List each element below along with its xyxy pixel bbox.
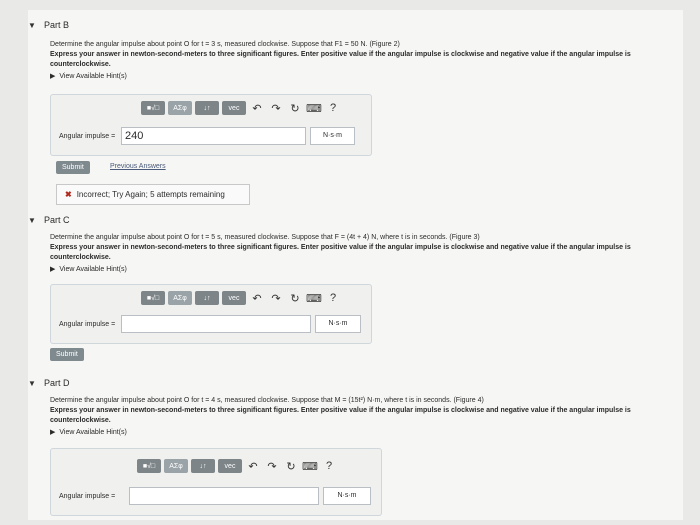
part-d-title: Part D [44,378,70,388]
part-c-header[interactable]: ▼ Part C [28,215,683,225]
part-b-feedback: ✖ Incorrect; Try Again; 5 attempts remai… [56,184,250,205]
reset-icon[interactable]: ↻ [283,460,299,473]
part-d-toolbar: ■√□ ΑΣφ ↓↑ vec ↶ ↷ ↻ ⌨ ? [137,459,337,473]
part-c: ▼ Part C Determine the angular impulse a… [28,215,683,273]
part-d-units: N·s·m [323,487,371,505]
previous-answers-link[interactable]: Previous Answers [110,163,166,170]
part-c-toolbar: ■√□ ΑΣφ ↓↑ vec ↶ ↷ ↻ ⌨ ? [141,291,341,305]
help-icon[interactable]: ? [325,102,341,114]
subscript-button[interactable]: ↓↑ [191,459,215,473]
part-d-problem: Determine the angular impulse about poin… [50,397,484,404]
part-d-hints-label: View Available Hint(s) [59,428,127,436]
part-d: ▼ Part D Determine the angular impulse a… [28,378,683,436]
page: ▼ Part B Determine the angular impulse a… [28,10,683,520]
part-b-title: Part B [44,20,70,30]
part-c-answer-panel: ■√□ ΑΣφ ↓↑ vec ↶ ↷ ↻ ⌨ ? Angular impulse… [50,284,372,344]
templates-button[interactable]: ■√□ [141,101,165,115]
undo-icon[interactable]: ↶ [249,292,265,305]
subscript-button[interactable]: ↓↑ [195,101,219,115]
vector-button[interactable]: vec [222,291,246,305]
part-c-submit-button[interactable]: Submit [50,348,84,361]
part-b-hints-label: View Available Hint(s) [59,72,127,80]
part-d-answer-panel: ■√□ ΑΣφ ↓↑ vec ↶ ↷ ↻ ⌨ ? Angular impulse… [50,448,382,516]
part-d-header[interactable]: ▼ Part D [28,378,683,388]
undo-icon[interactable]: ↶ [249,102,265,115]
help-icon[interactable]: ? [321,460,337,472]
greek-symbols-button[interactable]: ΑΣφ [164,459,188,473]
part-b-express: Express your answer in newton-second-met… [50,51,631,68]
greek-symbols-button[interactable]: ΑΣφ [168,101,192,115]
chevron-down-icon[interactable]: ▼ [28,216,38,225]
incorrect-x-icon: ✖ [65,190,72,199]
keyboard-icon[interactable]: ⌨ [306,102,322,115]
undo-icon[interactable]: ↶ [245,460,261,473]
part-d-express: Express your answer in newton-second-met… [50,407,631,424]
chevron-down-icon[interactable]: ▼ [28,379,38,388]
keyboard-icon[interactable]: ⌨ [302,460,318,473]
templates-button[interactable]: ■√□ [137,459,161,473]
part-b: ▼ Part B Determine the angular impulse a… [28,20,683,80]
part-b-hints[interactable]: ▶ View Available Hint(s) [50,72,683,81]
vector-button[interactable]: vec [222,101,246,115]
part-c-answer-input[interactable] [121,315,311,333]
reset-icon[interactable]: ↻ [287,102,303,115]
part-c-problem: Determine the angular impulse about poin… [50,234,480,241]
vector-button[interactable]: vec [218,459,242,473]
triangle-right-icon: ▶ [50,266,56,273]
part-c-hints-label: View Available Hint(s) [59,265,127,273]
part-b-units: N·s·m [310,127,355,145]
part-d-answer-label: Angular impulse = [59,493,116,500]
part-b-submit-button[interactable]: Submit [56,161,90,174]
part-b-problem: Determine the angular impulse about poin… [50,41,400,48]
part-c-hints[interactable]: ▶ View Available Hint(s) [50,265,683,274]
part-b-answer-label: Angular impulse = [59,133,116,140]
part-b-toolbar: ■√□ ΑΣφ ↓↑ vec ↶ ↷ ↻ ⌨ ? [141,101,341,115]
part-b-feedback-text: Incorrect; Try Again; 5 attempts remaini… [76,190,225,199]
templates-button[interactable]: ■√□ [141,291,165,305]
part-c-express: Express your answer in newton-second-met… [50,244,631,261]
part-c-answer-label: Angular impulse = [59,321,116,328]
part-b-header[interactable]: ▼ Part B [28,20,683,30]
part-c-title: Part C [44,215,70,225]
reset-icon[interactable]: ↻ [287,292,303,305]
chevron-down-icon[interactable]: ▼ [28,21,38,30]
keyboard-icon[interactable]: ⌨ [306,292,322,305]
triangle-right-icon: ▶ [50,73,56,80]
triangle-right-icon: ▶ [50,429,56,436]
part-c-units: N·s·m [315,315,361,333]
part-d-answer-input[interactable] [129,487,319,505]
redo-icon[interactable]: ↷ [264,460,280,473]
help-icon[interactable]: ? [325,292,341,304]
redo-icon[interactable]: ↷ [268,102,284,115]
subscript-button[interactable]: ↓↑ [195,291,219,305]
part-d-hints[interactable]: ▶ View Available Hint(s) [50,428,683,437]
part-b-answer-input[interactable]: 240 [121,127,306,145]
part-b-answer-panel: ■√□ ΑΣφ ↓↑ vec ↶ ↷ ↻ ⌨ ? Angular impulse… [50,94,372,156]
redo-icon[interactable]: ↷ [268,292,284,305]
greek-symbols-button[interactable]: ΑΣφ [168,291,192,305]
